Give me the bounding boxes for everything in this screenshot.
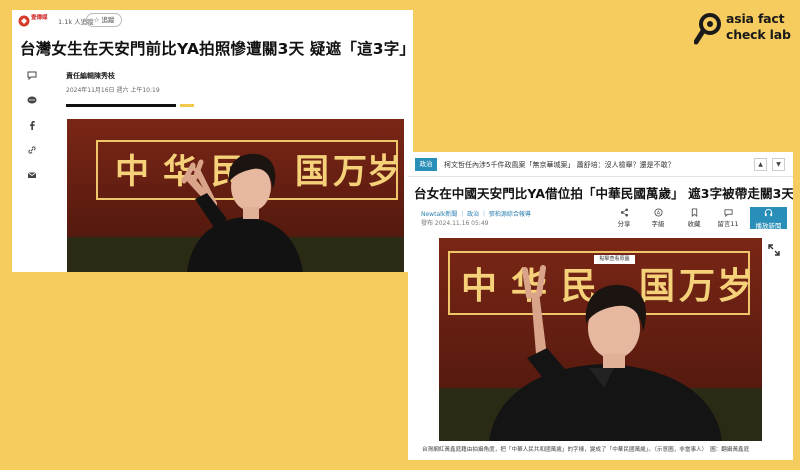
sign-char-1: 中 xyxy=(461,266,497,307)
font-size-label: 字級 xyxy=(651,220,665,228)
share-label: 分享 xyxy=(617,220,631,228)
share-sidebar xyxy=(27,70,41,195)
share-icon xyxy=(612,208,636,218)
facebook-icon[interactable] xyxy=(27,120,37,130)
bookmark-icon xyxy=(682,208,706,218)
comment-label: 留言11 xyxy=(717,220,739,228)
article-topbar: 壹傳媒 1.1k 人追蹤 ☆ 追蹤 xyxy=(12,10,413,32)
brand-line-1: asia fact xyxy=(726,11,785,26)
view-original-tag[interactable]: 點擊查看原圖 xyxy=(594,255,635,264)
publisher-logo-icon xyxy=(18,15,30,27)
link-icon[interactable] xyxy=(27,145,37,155)
sign-char-5: 万 xyxy=(679,266,715,307)
ticker-next-button[interactable]: ▼ xyxy=(772,158,785,171)
font-size-button[interactable]: A 字級 xyxy=(646,208,670,228)
sign-char-6: 岁 xyxy=(367,152,401,192)
progress-bar xyxy=(66,104,176,107)
article-date: 發布 2024.11.16 05:49 xyxy=(421,220,489,227)
ticker-headline[interactable]: 柯文哲任內涉5千件政風案「無京華城案」 蕭舒培：沒人檢舉？還是不敢？ xyxy=(444,160,675,170)
article-photo[interactable]: 中 华 民 国 万 岁 xyxy=(67,119,404,272)
font-size-icon: A xyxy=(646,208,670,218)
article-source[interactable]: Newtalk新聞 ｜ 政治 ｜ 張柏源綜合報導 xyxy=(421,209,531,218)
play-news-label: 播放新聞 xyxy=(755,222,782,230)
article-date: 2024年11月16日 週六 上午10:19 xyxy=(66,87,160,94)
category-tag[interactable]: 政治 xyxy=(415,158,437,171)
expand-icon[interactable] xyxy=(767,242,781,256)
sign-char-6: 岁 xyxy=(717,266,753,307)
magnifier-logo-icon xyxy=(694,13,721,45)
screenshot-newtalk-article: 政治 柯文哲任內涉5千件政風案「無京華城案」 蕭舒培：沒人檢舉？還是不敢？ ▲ … xyxy=(408,152,793,460)
bookmark-label: 收藏 xyxy=(687,220,701,228)
sign-char-4: 国 xyxy=(639,266,675,307)
play-news-button[interactable]: 播放新聞 xyxy=(750,207,787,230)
bookmark-button[interactable]: 收藏 xyxy=(682,208,706,228)
svg-text:A: A xyxy=(656,211,660,217)
ticker-prev-button[interactable]: ▲ xyxy=(754,158,767,171)
comment-icon[interactable] xyxy=(27,70,37,81)
follow-button[interactable]: ☆ 追蹤 xyxy=(86,13,122,27)
news-ticker-bar: 政治 柯文哲任內涉5千件政風案「無京華城案」 蕭舒培：沒人檢舉？還是不敢？ ▲ … xyxy=(408,152,793,177)
brand-line-2: check lab xyxy=(726,27,791,42)
photo-caption: 台灣網紅黃鑫庭藉由拍攝角度，把「中華人民共和國萬歲」的字樣，變成了「中華民國萬歲… xyxy=(422,447,750,453)
comment-icon xyxy=(716,208,740,218)
mail-icon[interactable] xyxy=(27,170,37,180)
article-headline: 台灣女生在天安門前比YA拍照慘遭關3天 疑遮「這3字」 xyxy=(20,40,413,58)
headphones-icon xyxy=(750,208,787,220)
publisher-name: 壹傳媒 xyxy=(31,15,48,21)
progress-bar-accent xyxy=(180,104,194,107)
share-button[interactable]: 分享 xyxy=(612,208,636,228)
sign-char-4: 国 xyxy=(295,152,329,192)
sign-char-5: 万 xyxy=(333,152,367,192)
sign-char-1: 中 xyxy=(115,152,149,192)
chat-icon[interactable] xyxy=(27,95,37,105)
asia-fact-check-lab-logo: asia fact check lab xyxy=(694,10,794,50)
article-photo[interactable]: 中 华 民 国 万 岁 xyxy=(439,238,762,441)
article-headline: 台女在中國天安門比YA借位拍「中華民國萬歲」 遮3字被帶走關3天 xyxy=(414,186,793,201)
article-author[interactable]: 責任編輯陳秀枝 xyxy=(66,71,115,81)
screenshot-yahoo-article: 壹傳媒 1.1k 人追蹤 ☆ 追蹤 台灣女生在天安門前比YA拍照慘遭關3天 疑遮… xyxy=(12,10,413,272)
comment-button[interactable]: 留言11 xyxy=(716,208,740,228)
publisher-logo[interactable]: 壹傳媒 xyxy=(18,14,58,28)
